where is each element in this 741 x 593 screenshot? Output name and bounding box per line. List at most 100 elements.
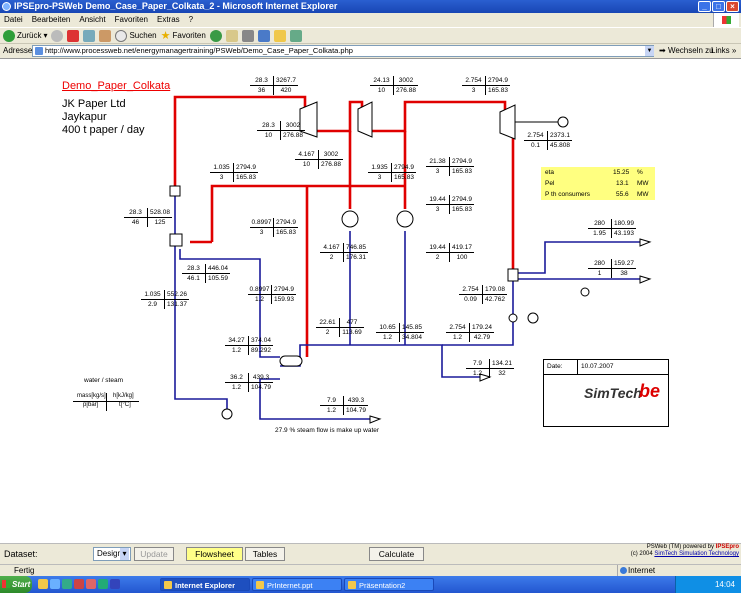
mp-turbine-icon [357,101,373,138]
enthalpy-value: 3002 [285,122,301,129]
value-box: 28.3 528.08 46 125 [124,208,172,227]
mass-value: 34.27 [225,336,249,345]
enthalpy-value: 528.08 [150,209,170,216]
print-icon[interactable] [241,29,254,42]
mass-value: 19.44 [426,243,450,252]
quicklaunch-media-icon[interactable] [74,579,84,589]
temperature-value: 276.88 [321,161,341,168]
quicklaunch-ie-icon[interactable] [50,579,60,589]
favorites-button[interactable]: ★ Favoriten [161,29,206,42]
calculate-button[interactable]: Calculate [369,547,424,561]
star-icon: ★ [160,30,171,42]
tables-button[interactable]: Tables [245,547,285,561]
mail-icon[interactable] [225,29,238,42]
boiler-icon [169,185,181,197]
menu-favoriten[interactable]: Favoriten [115,13,148,27]
value-box: 2.754 2794.9 3 165.83 [462,76,510,95]
pressure-value: 1.2 [225,383,249,392]
menu-bearbeiten[interactable]: Bearbeiten [32,13,71,27]
results-box: eta 15.25 % Pel 13.1 MW P th consumers 5… [541,167,655,200]
value-box: 7.9 439.3 1.2 104.79 [320,396,368,415]
consumer2-icon [396,210,414,228]
temperature-value: 420 [280,87,292,94]
close-button[interactable]: × [726,1,739,12]
quicklaunch-ppt-icon[interactable] [86,579,96,589]
enthalpy-value: 134.21 [492,360,512,367]
dataset-select[interactable]: Design [93,547,131,561]
folder-icon[interactable] [273,29,286,42]
pressure-value: 1.2 [466,369,490,378]
task-printernet-ppt[interactable]: PrInternet.ppt [252,578,342,591]
update-button[interactable]: Update [134,547,174,561]
pressure-value: 3 [426,167,450,176]
quicklaunch-folder-icon[interactable] [38,579,48,589]
enthalpy-value: 179.24 [472,324,492,331]
temperature-value: 165.83 [394,174,414,181]
mass-value: 2.754 [462,76,486,85]
value-box: 21.38 2794.9 3 165.83 [426,157,474,176]
quicklaunch-word-icon[interactable] [110,579,120,589]
mass-value: 280 [588,259,612,268]
address-input[interactable]: http://www.processweb.net/energymanagert… [32,45,654,57]
pressure-value: 46.1 [182,274,206,283]
mass-value: 19.44 [426,195,450,204]
taskbar: Start Internet Explorer PrInternet.ppt P… [0,576,741,593]
flowsheet-button[interactable]: Flowsheet [186,547,243,561]
back-button[interactable]: Zurück ▾ [3,29,47,42]
task-praesentation2[interactable]: Präsentation2 [344,578,434,591]
temperature-value: 276.88 [396,87,416,94]
history-icon[interactable] [209,29,222,42]
value-box: 28.3 3002 10 276.88 [257,121,305,140]
enthalpy-value: 552.26 [167,291,187,298]
water-pipe-main [280,344,480,378]
temperature-value: 100 [456,254,468,261]
enthalpy-value: 3002 [323,151,339,158]
status-bar: Fertig Internet [0,564,741,576]
menu-help[interactable]: ? [189,13,193,27]
temperature-value: 125 [154,219,166,226]
temperature-value: 89.292 [251,347,271,354]
mass-value: 7.9 [466,359,490,368]
window-title: IPSEpro-PSWeb Demo_Case_Paper_Colkata_2 … [14,1,338,11]
enthalpy-value: 3002 [398,77,414,84]
cw-out-arrow-icon [639,238,652,247]
temperature-value: 165.83 [236,174,256,181]
screen: IPSEpro-PSWeb Demo_Case_Paper_Colkata_2 … [0,0,741,593]
start-button[interactable]: Start [0,576,32,593]
go-button[interactable]: ➡ Wechseln zu [659,44,714,58]
enthalpy-value: 477 [346,319,358,326]
maximize-button[interactable]: □ [712,1,725,12]
value-box: 4.167 746.85 2 176.31 [320,243,368,262]
messenger-icon[interactable] [289,29,302,42]
quicklaunch-excel-icon[interactable] [98,579,108,589]
task-internet-explorer[interactable]: Internet Explorer [160,578,250,591]
home-icon[interactable] [99,29,112,42]
psweb-control-bar: Dataset: Design Update Flowsheet Tables … [0,543,741,564]
value-box: 7.9 134.21 1.2 32 [466,359,514,378]
value-box: 1.035 2794.9 3 165.83 [210,163,258,182]
legend-title: water / steam [84,377,124,384]
address-dropdown-icon[interactable]: ▼ [645,46,654,56]
pressure-value: 3 [250,228,274,237]
menu-ansicht[interactable]: Ansicht [79,13,105,27]
pressure-value: 3 [462,86,486,95]
minimize-button[interactable]: _ [698,1,711,12]
value-box: 28.3 446.04 46.1 105.59 [182,264,230,283]
pressure-value: 3 [210,173,234,182]
value-box: 10.65 145.85 1.2 34.804 [376,323,424,342]
cw-in-arrow-icon [639,275,652,284]
enthalpy-value: 419.17 [452,244,472,251]
page-title-link[interactable]: Demo_Paper_Colkata [62,80,170,92]
temperature-value: 45.808 [550,142,570,149]
pressure-value: 1.95 [588,229,612,238]
forward-button[interactable] [51,29,64,42]
stop-icon[interactable] [67,29,80,42]
menu-datei[interactable]: Datei [4,13,23,27]
company-name: JK Paper Ltd [62,98,126,110]
refresh-icon[interactable] [83,29,96,42]
search-button[interactable]: Suchen [115,29,157,42]
links-button[interactable]: Links » [711,44,736,58]
menu-extras[interactable]: Extras [157,13,180,27]
edit-icon[interactable] [257,29,270,42]
quicklaunch-desktop-icon[interactable] [62,579,72,589]
